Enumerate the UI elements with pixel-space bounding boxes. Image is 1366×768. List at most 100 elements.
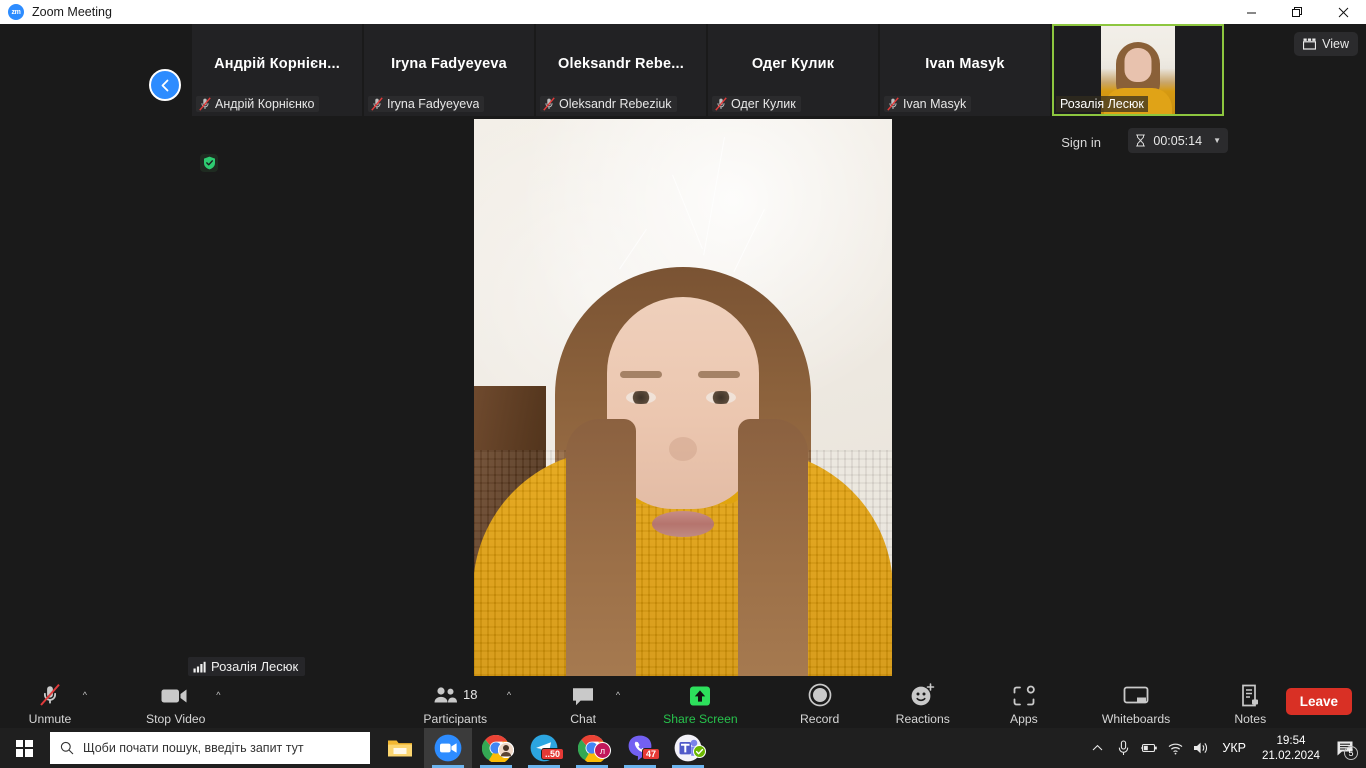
zoom-app-window: Андрій Корнієн... Андрій Корнієнко Iryna… (0, 24, 1366, 732)
notes-icon (1239, 683, 1261, 707)
subject-hair-front-left (566, 419, 636, 700)
taskbar-chrome-profile[interactable] (472, 728, 520, 768)
stop-video-button[interactable]: Stop Video ^ (140, 678, 220, 730)
chevron-down-icon[interactable]: ▼ (1213, 136, 1221, 145)
hourglass-icon (1136, 134, 1146, 147)
subject-eye-left (626, 391, 656, 404)
chevron-up-icon[interactable]: ^ (216, 690, 220, 700)
taskbar-file-explorer[interactable] (376, 728, 424, 768)
participant-thumbnail[interactable]: Ivan Masyk Ivan Masyk (880, 24, 1052, 116)
subject-eye-right (706, 391, 736, 404)
window-titlebar: zm Zoom Meeting (0, 0, 1366, 24)
participant-label-text: Андрій Корнієнко (215, 97, 315, 111)
camera-icon (161, 683, 191, 707)
taskbar-viber[interactable]: 47 (616, 728, 664, 768)
taskbar-search-input[interactable]: Щоби почати пошук, введіть запит тут (50, 732, 370, 764)
microphone-muted-icon (543, 97, 555, 111)
participant-label-text: Oleksandr Rebeziuk (559, 97, 672, 111)
whiteboard-icon (1123, 683, 1149, 707)
participant-display-name: Одег Кулик (751, 56, 835, 72)
grid-icon (1303, 38, 1317, 50)
chat-button[interactable]: Chat ^ (555, 678, 620, 730)
participants-button[interactable]: 18 Participants ^ (417, 678, 511, 730)
apps-button[interactable]: Apps (996, 678, 1052, 730)
participant-thumbnail[interactable]: Oleksandr Rebe... Oleksandr Rebeziuk (536, 24, 708, 116)
active-speaker-video[interactable] (474, 119, 892, 700)
taskbar-telegram[interactable]: ..50 (520, 728, 568, 768)
wifi-icon[interactable] (1162, 728, 1188, 768)
encryption-shield-icon[interactable] (200, 154, 218, 172)
participant-label-text: Ivan Masyk (903, 97, 967, 111)
chevron-up-icon[interactable]: ^ (83, 690, 87, 700)
participant-thumbnail[interactable]: Андрій Корнієн... Андрій Корнієнко (192, 24, 364, 116)
chevron-left-icon (161, 79, 168, 91)
record-button[interactable]: Record (792, 678, 848, 730)
svg-text:л: л (600, 746, 605, 756)
participant-thumbnail[interactable]: Iryna Fadyeyeva Iryna Fadyeyeva (364, 24, 536, 116)
zoom-logo-icon: zm (8, 4, 24, 20)
back-to-gallery-button[interactable] (149, 69, 181, 101)
participant-thumbnail[interactable]: Одег Кулик Одег Кулик (708, 24, 880, 116)
zoom-icon (434, 734, 462, 762)
active-speaker-name: Розалія Лесюк (211, 659, 299, 674)
participant-name-label: Oleksandr Rebeziuk (540, 96, 677, 112)
speaker-icon[interactable] (1188, 728, 1214, 768)
sign-in-button[interactable]: Sign in (1054, 132, 1108, 153)
microphone-muted-icon (199, 97, 211, 111)
meeting-timer[interactable]: 00:05:14 ▼ (1128, 128, 1228, 153)
windows-logo-icon (15, 739, 33, 757)
whiteboards-button[interactable]: Whiteboards (1096, 678, 1176, 730)
subject-hair-front-right (738, 419, 808, 700)
telegram-badge: ..50 (540, 748, 564, 760)
filmstrip-thumbnails: Андрій Корнієн... Андрій Корнієнко Iryna… (192, 24, 1224, 116)
record-circle-icon (808, 683, 832, 707)
windows-taskbar: Щоби почати пошук, введіть запит тут ..5… (0, 728, 1366, 768)
chevron-up-icon[interactable] (1084, 728, 1110, 768)
chevron-up-icon[interactable]: ^ (616, 690, 620, 700)
view-button[interactable]: View (1294, 32, 1358, 56)
notes-label: Notes (1234, 711, 1267, 726)
participant-display-name: Ivan Masyk (925, 56, 1005, 72)
maximize-restore-button[interactable] (1274, 0, 1320, 24)
notification-count: 5 (1344, 746, 1358, 760)
close-button[interactable] (1320, 0, 1366, 24)
language-indicator[interactable]: УКР (1214, 741, 1254, 755)
participants-count: 18 (463, 687, 478, 702)
share-screen-button[interactable]: Share Screen (657, 678, 744, 730)
subject-nose (669, 437, 697, 461)
clock-time: 19:54 (1276, 734, 1306, 747)
chevron-up-icon[interactable]: ^ (507, 690, 511, 700)
window-title: Zoom Meeting (32, 5, 112, 19)
microphone-muted-icon (39, 683, 61, 707)
timer-value: 00:05:14 (1153, 133, 1203, 148)
record-label: Record (799, 711, 840, 726)
profile-letter-icon: л (594, 742, 611, 759)
smiley-plus-icon (910, 682, 936, 707)
reactions-label: Reactions (895, 711, 950, 726)
chat-bubble-icon (571, 683, 595, 707)
start-button[interactable] (0, 728, 48, 768)
leave-button[interactable]: Leave (1285, 688, 1352, 715)
microphone-icon[interactable] (1110, 728, 1136, 768)
apps-label: Apps (1009, 711, 1038, 726)
clock[interactable]: 19:54 21.02.2024 (1254, 733, 1328, 763)
taskbar-microsoft-teams[interactable] (664, 728, 712, 768)
participant-filmstrip: Андрій Корнієн... Андрій Корнієнко Iryna… (0, 24, 1366, 116)
notes-button[interactable]: Notes (1222, 678, 1278, 730)
minimize-button[interactable] (1228, 0, 1274, 24)
reactions-button[interactable]: Reactions (890, 678, 956, 730)
viber-badge: 47 (641, 748, 660, 760)
window-controls (1228, 0, 1366, 24)
subject-brow-right (698, 371, 740, 378)
unmute-button[interactable]: Unmute ^ (22, 678, 87, 730)
notification-center-button[interactable]: 5 (1328, 728, 1362, 768)
self-video-thumbnail[interactable]: Розалія Лесюк (1052, 24, 1224, 116)
taskbar-zoom[interactable] (424, 728, 472, 768)
taskbar-chrome-second[interactable]: л (568, 728, 616, 768)
participant-name-label: Одег Кулик (712, 96, 801, 112)
battery-icon[interactable] (1136, 728, 1162, 768)
microphone-muted-icon (371, 97, 383, 111)
participant-display-name: Андрій Корнієн... (214, 56, 340, 72)
taskbar-app-icons: ..50 л 47 (376, 728, 712, 768)
participant-name-label: Ivan Masyk (884, 96, 972, 112)
